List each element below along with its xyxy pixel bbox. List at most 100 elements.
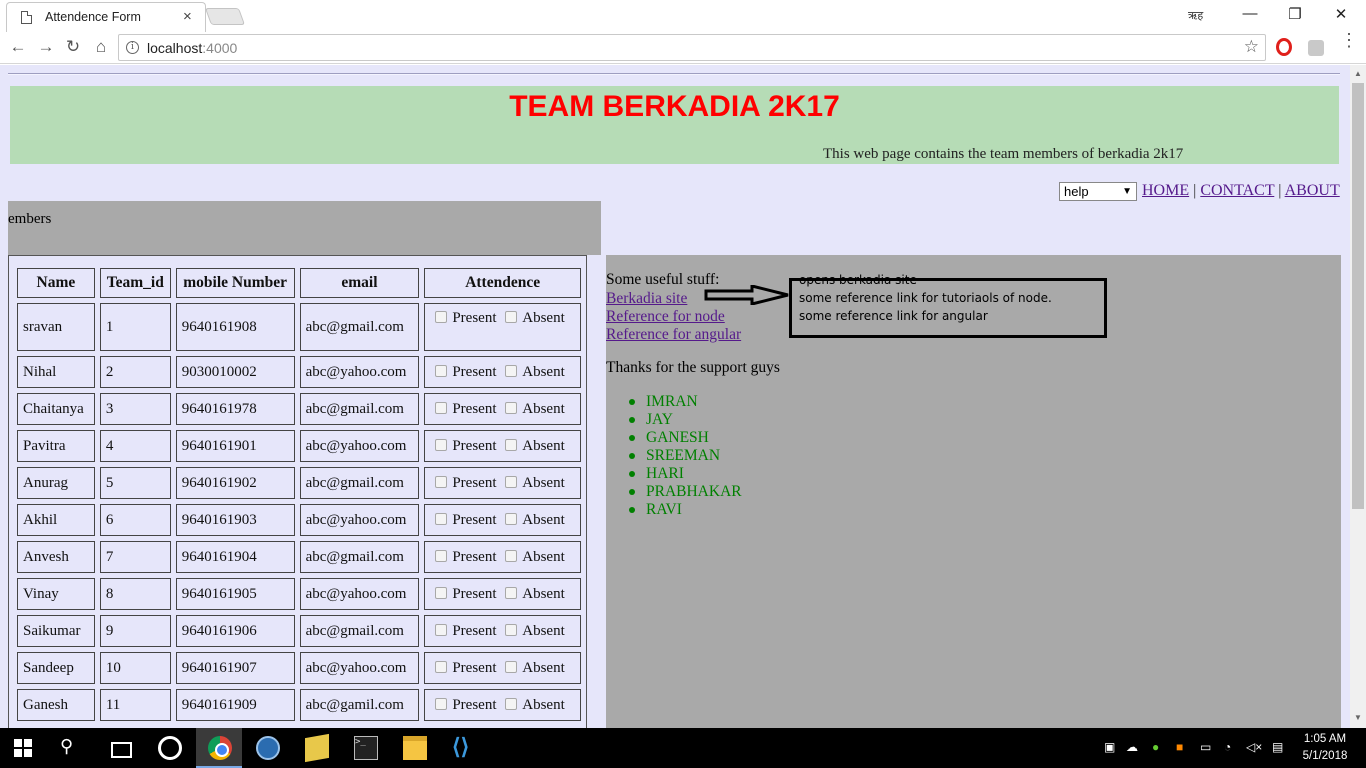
table-body: sravan 1 9640161908 abc@gmail.com Present Ab… [17, 303, 581, 721]
absent-checkbox[interactable] [505, 311, 518, 323]
new-tab-button[interactable] [204, 8, 246, 25]
present-checkbox[interactable] [435, 438, 448, 451]
tray-orange-icon[interactable]: ■ [1176, 740, 1183, 754]
chrome-icon [208, 736, 232, 760]
cell-attendence: Present Absent [424, 430, 581, 462]
absent-checkbox[interactable] [505, 438, 518, 451]
taskbar-clock[interactable]: 1:05 AM 5/1/2018 [1300, 731, 1350, 765]
cortana-icon[interactable] [158, 736, 182, 760]
page-scrollbar[interactable]: ▲ ▼ [1350, 65, 1366, 728]
scroll-down-icon[interactable]: ▼ [1354, 713, 1362, 722]
absent-label: Absent [522, 696, 565, 713]
forward-icon[interactable]: → [36, 37, 56, 57]
cell-email: abc@gamil.com [299, 689, 420, 721]
address-bar[interactable]: i localhost:4000 ☆ [118, 34, 1266, 61]
browser-menu-icon[interactable]: ⋮ [1340, 31, 1358, 49]
tab-close-icon[interactable]: × [183, 8, 192, 25]
present-label: Present [452, 659, 497, 676]
vscode-icon[interactable]: ⟨⟩ [452, 736, 476, 760]
header-attendence: Attendence [424, 268, 581, 298]
minimize-icon[interactable]: — [1240, 5, 1260, 22]
taskbar: ⚲ >_ ⟨⟩ ▣ ☁ ● ■ ▭ ◔ ◁× 1:05 AM 5/1/2018 … [0, 728, 1366, 768]
terminal-icon[interactable]: >_ [354, 736, 378, 760]
bookmark-star-icon[interactable]: ☆ [1244, 37, 1259, 57]
browser-toolbar: ← → ↻ ⌂ i localhost:4000 ☆ ⋮ [0, 31, 1366, 64]
annotation-line: some reference link for tutoriaols of no… [799, 291, 1052, 305]
nav-about-link[interactable]: ABOUT [1285, 182, 1340, 199]
absent-checkbox[interactable] [505, 475, 518, 488]
absent-label: Absent [522, 310, 565, 326]
help-dropdown[interactable]: help ▼ [1059, 182, 1137, 201]
cell-attendence: Present Absent [424, 356, 581, 388]
absent-checkbox[interactable] [505, 401, 518, 414]
absent-checkbox[interactable] [505, 364, 518, 377]
absent-checkbox[interactable] [505, 586, 518, 599]
tab-title: Attendence Form [45, 10, 141, 24]
home-icon[interactable]: ⌂ [91, 37, 111, 57]
cell-team-id: 2 [99, 356, 171, 388]
absent-checkbox[interactable] [505, 697, 518, 710]
reload-icon[interactable]: ↻ [63, 37, 83, 57]
scrollbar-thumb[interactable] [1352, 83, 1364, 509]
wifi-icon[interactable]: ◔ [1224, 740, 1231, 754]
absent-checkbox[interactable] [505, 660, 518, 673]
useful-stuff-panel: Some useful stuff: Berkadia site Referen… [606, 255, 1341, 728]
table-row: Pavitra 4 9640161901 abc@yahoo.com Present A… [17, 430, 581, 462]
windows-start-icon[interactable] [14, 739, 38, 763]
present-checkbox[interactable] [435, 660, 448, 673]
present-checkbox[interactable] [435, 549, 448, 562]
task-view-icon[interactable] [108, 736, 132, 760]
thunderbird-icon[interactable] [256, 736, 280, 760]
opera-extension-icon[interactable] [1276, 38, 1292, 56]
present-checkbox[interactable] [435, 623, 448, 636]
absent-checkbox[interactable] [505, 512, 518, 525]
back-icon[interactable]: ← [8, 37, 28, 57]
close-window-icon[interactable]: ✕ [1331, 5, 1351, 23]
present-checkbox[interactable] [435, 475, 448, 488]
cell-team-id: 1 [99, 303, 171, 351]
search-icon[interactable]: ⚲ [60, 736, 84, 760]
site-info-icon[interactable]: i [126, 41, 139, 54]
tray-app-icon[interactable]: ▣ [1104, 740, 1115, 754]
present-checkbox[interactable] [435, 512, 448, 525]
browser-tab[interactable]: Attendence Form × [6, 2, 206, 32]
present-checkbox[interactable] [435, 401, 448, 414]
present-checkbox[interactable] [435, 586, 448, 599]
extension-icon[interactable] [1308, 40, 1324, 56]
profile-name[interactable]: ऋह [1188, 8, 1203, 23]
action-center-icon[interactable]: ▤ [1272, 740, 1283, 754]
clock-date: 5/1/2018 [1302, 750, 1348, 762]
node-reference-link[interactable]: Reference for node [606, 308, 741, 326]
cell-mobile: 9640161903 [175, 504, 295, 536]
present-checkbox[interactable] [435, 364, 448, 377]
table-header-row: Name Team_id mobile Number email Attende… [17, 268, 581, 298]
absent-label: Absent [522, 585, 565, 602]
cell-team-id: 7 [99, 541, 171, 573]
scroll-up-icon[interactable]: ▲ [1354, 69, 1362, 78]
cell-mobile: 9640161978 [175, 393, 295, 425]
absent-checkbox[interactable] [505, 549, 518, 562]
present-checkbox[interactable] [435, 697, 448, 710]
volume-icon[interactable]: ◁× [1246, 740, 1262, 754]
cell-email: abc@yahoo.com [299, 578, 420, 610]
onedrive-icon[interactable]: ☁ [1126, 740, 1138, 754]
table-row: Saikumar 9 9640161906 abc@gmail.com Present … [17, 615, 581, 647]
nav-home-link[interactable]: HOME [1142, 182, 1189, 199]
cell-email: abc@gmail.com [299, 393, 420, 425]
nav-contact-link[interactable]: CONTACT [1200, 182, 1274, 199]
table-row: Sandeep 10 9640161907 abc@yahoo.com Present … [17, 652, 581, 684]
cell-name: Pavitra [17, 430, 95, 462]
folder-icon[interactable] [403, 736, 427, 760]
battery-icon[interactable]: ▭ [1200, 740, 1211, 754]
angular-reference-link[interactable]: Reference for angular [606, 326, 741, 344]
cell-attendence: Present Absent [424, 504, 581, 536]
maximize-icon[interactable]: ❐ [1285, 5, 1305, 23]
cell-attendence: Present Absent [424, 652, 581, 684]
file-icon[interactable] [305, 733, 329, 763]
members-table: Name Team_id mobile Number email Attende… [12, 263, 586, 726]
url-port: :4000 [202, 40, 238, 56]
cell-email: abc@gmail.com [299, 303, 420, 351]
utorrent-icon[interactable]: ● [1152, 740, 1159, 754]
absent-checkbox[interactable] [505, 623, 518, 636]
present-checkbox[interactable] [435, 311, 448, 323]
